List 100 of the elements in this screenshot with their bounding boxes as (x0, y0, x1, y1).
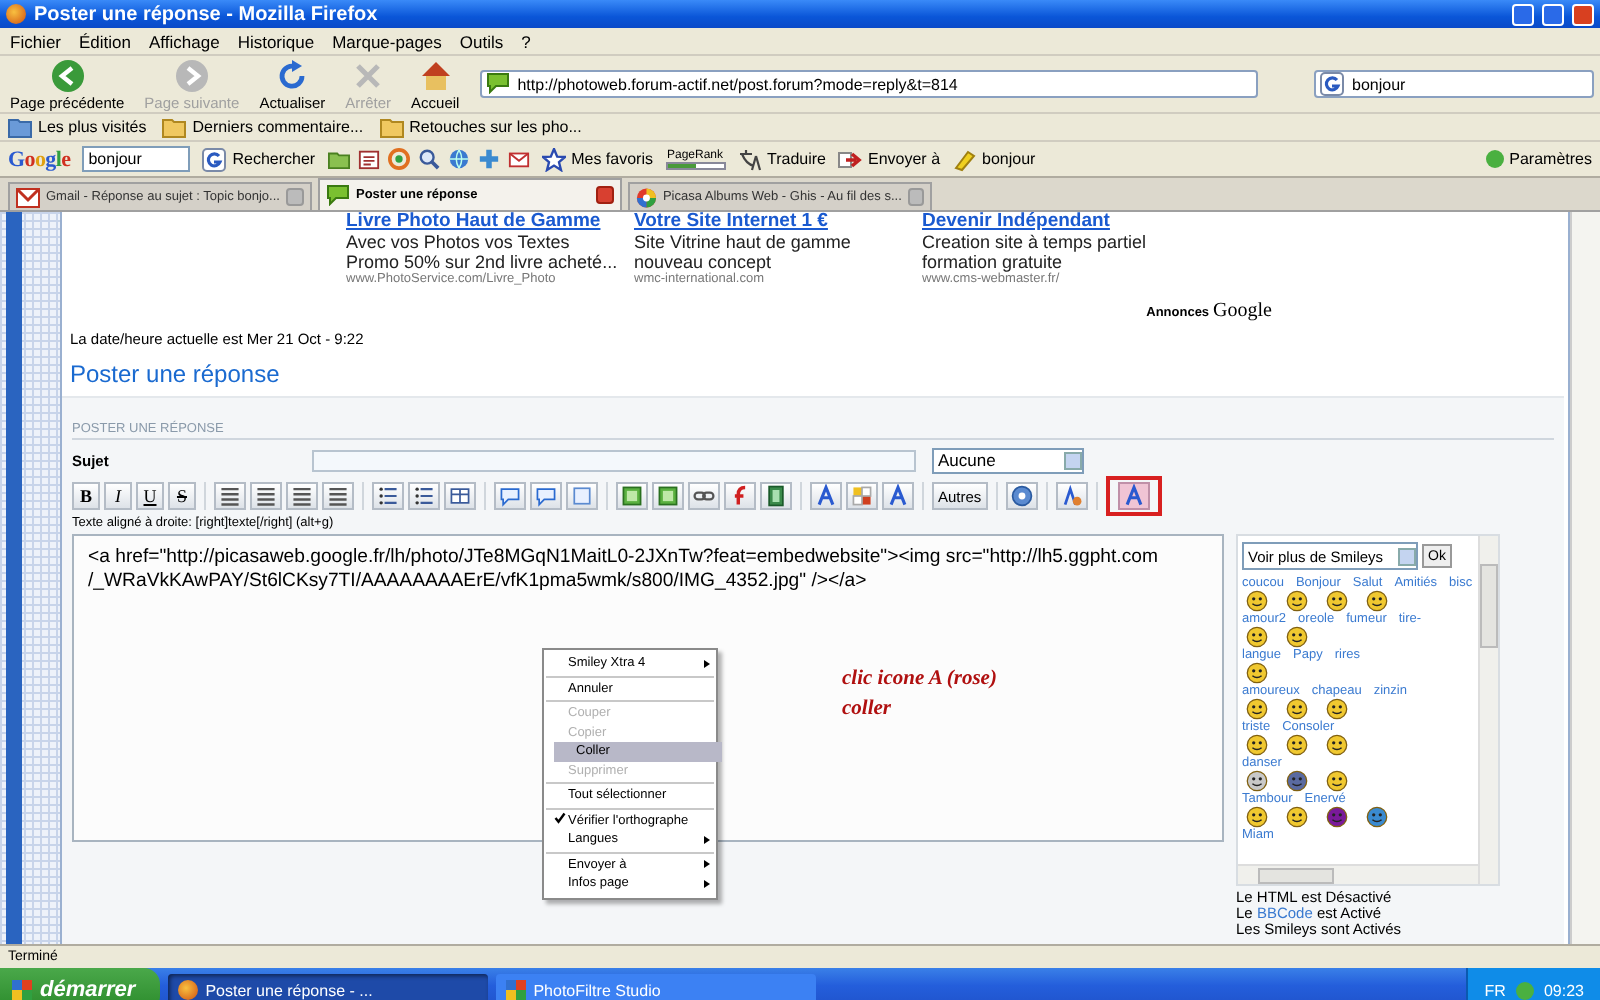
subject-field[interactable] (312, 449, 916, 471)
smiley-icon[interactable] (1326, 734, 1348, 757)
toolbar-button[interactable]: Mes favoris (541, 147, 653, 171)
format-button[interactable] (322, 482, 354, 510)
newspaper-icon[interactable] (357, 148, 380, 170)
list-icon (376, 484, 400, 508)
folder-icon (379, 116, 404, 138)
smiley-icon[interactable] (1286, 590, 1308, 613)
folder-icon[interactable] (327, 148, 350, 170)
picture-icon (620, 484, 644, 508)
toolbar-button[interactable]: Traduire (737, 147, 826, 171)
toolbar-button[interactable]: bonjour (952, 147, 1036, 171)
plus-icon[interactable] (477, 148, 500, 170)
format-button[interactable]: I (104, 482, 132, 510)
smiley-icon[interactable] (1366, 590, 1388, 613)
smiley-icon[interactable] (1326, 698, 1348, 721)
menu-item[interactable]: Fichier (10, 31, 62, 51)
smiley-icon[interactable] (1286, 698, 1308, 721)
smiley-icon[interactable] (1246, 698, 1268, 721)
bookmark-item[interactable]: Derniers commentaire... (162, 116, 364, 138)
minimize-button[interactable] (1512, 3, 1534, 25)
smiley-icon[interactable] (1246, 662, 1268, 685)
window-title: Poster une réponse - Mozilla Firefox (34, 3, 380, 25)
menu-item[interactable]: Édition (79, 31, 132, 51)
smiley-icon[interactable] (1246, 590, 1268, 613)
format-button[interactable] (372, 482, 404, 510)
smiley-icon[interactable] (1326, 770, 1348, 793)
smiley-icon[interactable] (1286, 626, 1308, 649)
magnifier-icon[interactable] (417, 148, 440, 170)
smiley-icon[interactable] (1286, 806, 1308, 829)
format-button[interactable] (652, 482, 684, 510)
mail-icon[interactable] (507, 148, 530, 170)
format-button[interactable] (1055, 482, 1088, 510)
format-button[interactable] (846, 482, 878, 510)
ad-text: Avec vos Photos vos Textes Promo 50% sur 2nd livre acheté... (346, 232, 620, 272)
language-indicator[interactable]: FR (1484, 981, 1506, 999)
icon-dropdown[interactable]: Aucune (932, 447, 1084, 473)
globe-icon[interactable] (447, 148, 470, 170)
font-icon (814, 484, 838, 508)
horizontal-scrollbar[interactable] (1238, 864, 1478, 884)
menu-item[interactable]: Outils (459, 31, 504, 51)
ad-title-link[interactable]: Devenir Indépendant (922, 212, 1202, 232)
ad-text: Site Vitrine haut de gamme nouveau concept (634, 232, 853, 272)
menu-item[interactable]: Marque-pages (332, 31, 442, 51)
smiley-icon[interactable] (1286, 734, 1308, 757)
close-button[interactable] (1572, 3, 1594, 25)
smiley-icon[interactable] (1326, 806, 1348, 829)
toolbar-button[interactable]: Rechercher (202, 147, 316, 171)
format-button[interactable] (444, 482, 476, 510)
format-button[interactable] (530, 482, 562, 510)
address-field[interactable]: http://photoweb.forum-actif.net/post.forum?mode=reply&t=814 (479, 70, 1258, 98)
menu-item[interactable]: ? (521, 31, 531, 51)
google-search-icon (202, 147, 227, 171)
smiley-icon[interactable] (1366, 806, 1388, 829)
smiley-icon[interactable] (1246, 806, 1268, 829)
format-button[interactable] (688, 482, 720, 510)
format-button[interactable] (882, 482, 914, 510)
page-scrollbar[interactable] (1570, 212, 1600, 944)
format-button[interactable]: U (136, 482, 164, 510)
envelope-icon (16, 187, 40, 207)
bookmark-item[interactable]: Les plus visités (8, 116, 147, 138)
settings-button[interactable]: Paramètres (1485, 150, 1592, 168)
ad-title-link[interactable]: Livre Photo Haut de Gamme (346, 212, 626, 232)
format-button[interactable]: B (72, 482, 100, 510)
taskbar-button[interactable]: PhotoFiltre Studio (495, 973, 816, 1000)
toolbar-search-field[interactable]: bonjour (82, 146, 191, 172)
google-search-icon (1320, 72, 1344, 96)
format-button[interactable] (760, 482, 792, 510)
format-button[interactable] (810, 482, 842, 510)
search-field[interactable]: bonjour (1314, 70, 1594, 98)
format-button[interactable] (724, 482, 756, 510)
maximize-button[interactable] (1542, 3, 1564, 25)
start-button[interactable]: démarrer (0, 968, 160, 1000)
submenu-arrow-icon (704, 879, 710, 888)
format-button[interactable] (286, 482, 318, 510)
menu-item[interactable]: Historique (237, 31, 315, 51)
smiley-icon[interactable] (1326, 590, 1348, 613)
smiley-icon[interactable] (1286, 770, 1308, 793)
smiley-icon[interactable] (1246, 770, 1268, 793)
format-button[interactable] (250, 482, 282, 510)
close-tab-icon[interactable] (596, 186, 614, 204)
checkmark-icon (553, 812, 565, 825)
toolbar-button[interactable]: Envoyer à (838, 147, 941, 171)
format-button[interactable] (566, 482, 598, 510)
speech-bubble-icon (326, 184, 350, 206)
format-button[interactable]: S (168, 482, 196, 510)
taskbar-button[interactable]: Poster une réponse - ... (167, 973, 488, 1000)
format-button[interactable] (616, 482, 648, 510)
format-button[interactable] (1005, 482, 1038, 510)
format-button[interactable] (214, 482, 246, 510)
bookmark-item[interactable]: Retouches sur les pho... (379, 116, 582, 138)
smiley-icon[interactable] (1246, 734, 1268, 757)
format-button[interactable] (494, 482, 526, 510)
menu-item[interactable]: Affichage (149, 31, 220, 51)
smiley-icon[interactable] (1246, 626, 1268, 649)
format-button[interactable] (408, 482, 440, 510)
google-logo: Google (8, 147, 71, 171)
format-button[interactable] (1117, 482, 1150, 510)
ad-title-link[interactable]: Votre Site Internet 1 € (634, 212, 914, 232)
vertical-scrollbar[interactable] (1478, 536, 1498, 884)
